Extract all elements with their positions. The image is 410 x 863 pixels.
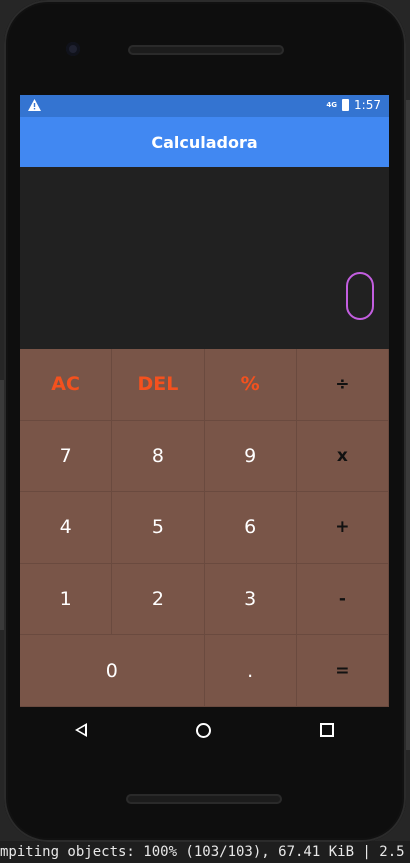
plus-button[interactable]: + — [296, 492, 389, 564]
key-4-button[interactable]: 4 — [20, 492, 113, 564]
network-indicator: 4G — [326, 101, 338, 109]
key-2-button[interactable]: 2 — [112, 563, 205, 636]
back-icon[interactable] — [74, 723, 87, 737]
home-icon[interactable] — [195, 722, 211, 738]
status-time: 1:57 — [354, 98, 381, 112]
front-camera — [66, 42, 80, 56]
multiply-button[interactable]: x — [296, 420, 389, 493]
key-8-button[interactable]: 8 — [112, 420, 205, 493]
minus-button[interactable]: - — [296, 563, 389, 636]
key-9-button[interactable]: 9 — [204, 420, 297, 493]
key-6-button[interactable]: 6 — [204, 492, 297, 564]
divide-button[interactable]: ÷ — [296, 349, 389, 421]
navigation-bar — [20, 707, 389, 753]
key-7-button[interactable]: 7 — [20, 420, 113, 493]
warning-icon — [28, 99, 41, 114]
app-bar: Calculadora — [20, 117, 389, 167]
phone-frame: 4G 1:57 Calculadora AC DEL% ÷ 7 8 9 x 4 5 6 +1 2 3- 0… — [4, 0, 406, 842]
text-cursor-indicator — [346, 272, 374, 320]
delete-button[interactable]: DEL — [112, 349, 205, 421]
recent-apps-icon[interactable] — [320, 723, 335, 737]
status-bar: 4G 1:57 — [20, 95, 389, 117]
key-0-button[interactable]: 0 — [20, 635, 205, 707]
calculator-display — [20, 167, 389, 349]
clear-button[interactable]: AC — [20, 349, 113, 421]
key-1-button[interactable]: 1 — [20, 563, 113, 636]
battery-charging-icon — [342, 99, 350, 111]
key-3-button[interactable]: 3 — [204, 563, 297, 636]
bottom-speaker — [126, 794, 282, 804]
terminal-output: mpiting objects: 100% (103/103), 67.41 K… — [0, 841, 410, 863]
percent-button[interactable]: % — [204, 349, 297, 421]
device-screen: 4G 1:57 Calculadora AC DEL% ÷ 7 8 9 x 4 5 6 +1 2 3- 0… — [20, 95, 389, 707]
earpiece-speaker — [128, 45, 284, 55]
keypad: AC DEL% ÷ 7 8 9 x 4 5 6 +1 2 3- 0. = — [20, 349, 389, 707]
equals-button[interactable]: = — [296, 635, 389, 707]
key-5-button[interactable]: 5 — [112, 492, 205, 564]
backdrop-strip-right — [406, 100, 410, 750]
decimal-button[interactable]: . — [204, 635, 297, 707]
app-title: Calculadora — [151, 132, 258, 152]
